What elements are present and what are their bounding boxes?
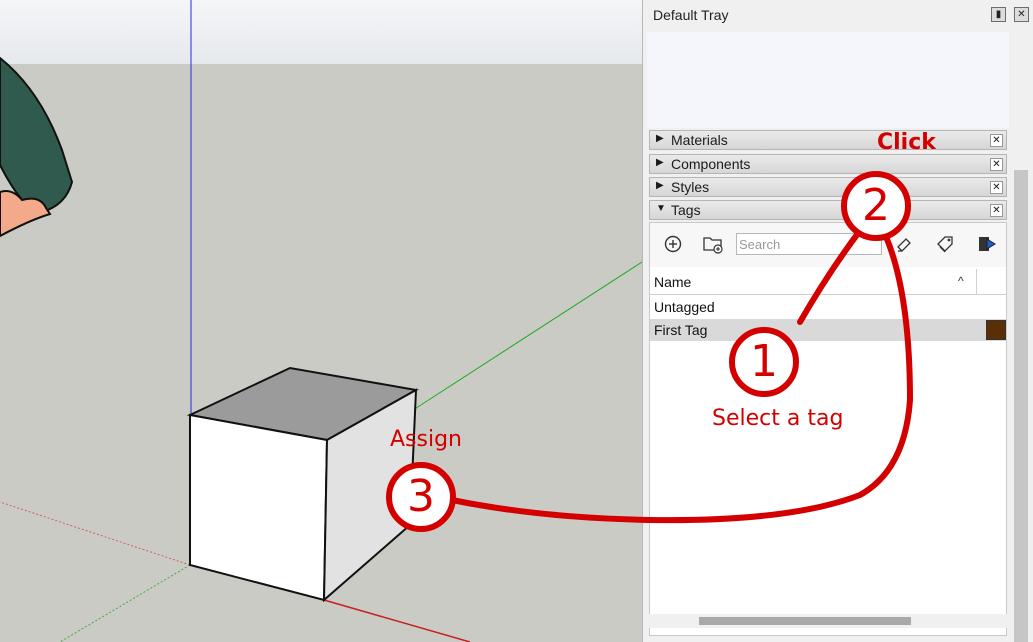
- expand-arrow-icon: ▶: [656, 180, 664, 191]
- tag-row-untagged[interactable]: Untagged: [650, 296, 1006, 318]
- sort-up-icon[interactable]: ^: [958, 274, 964, 288]
- panel-materials[interactable]: ▶ Materials ✕: [649, 130, 1007, 150]
- figure-sleeve: [0, 56, 74, 214]
- red-axis-negative: [0, 501, 191, 566]
- tray-empty-area: [647, 32, 1009, 128]
- assign-label: Assign: [390, 427, 462, 452]
- step-3-badge: 3: [386, 462, 456, 532]
- model-viewport[interactable]: [0, 0, 642, 642]
- close-panel-icon[interactable]: ✕: [990, 158, 1003, 171]
- color-by-tag-icon[interactable]: [894, 233, 916, 255]
- expand-arrow-icon: ▶: [656, 157, 664, 168]
- close-panel-icon[interactable]: ✕: [990, 204, 1003, 217]
- panel-components[interactable]: ▶ Components ✕: [649, 154, 1007, 174]
- default-tray: Default Tray ▮ ✕ ▶ Materials ✕ ▶ Compone…: [642, 0, 1033, 642]
- tags-column-header[interactable]: Name ^: [650, 269, 1006, 295]
- collapse-arrow-icon: ▼: [656, 203, 666, 214]
- panel-styles[interactable]: ▶ Styles ✕: [649, 177, 1007, 197]
- select-a-tag-label: Select a tag: [712, 406, 844, 431]
- close-icon[interactable]: ✕: [1014, 7, 1029, 22]
- tags-toolbar: Search: [650, 223, 1006, 267]
- scene-canvas: [0, 0, 642, 642]
- tag-row-first-tag[interactable]: First Tag: [650, 319, 1006, 341]
- expand-arrow-icon: ▶: [656, 133, 664, 144]
- close-panel-icon[interactable]: ✕: [990, 134, 1003, 147]
- add-folder-icon[interactable]: [702, 233, 724, 255]
- close-panel-icon[interactable]: ✕: [990, 181, 1003, 194]
- column-divider: [976, 269, 977, 295]
- tag-color-swatch[interactable]: [986, 320, 1006, 340]
- cube-front-face: [189, 413, 329, 602]
- scroll-thumb[interactable]: [699, 617, 911, 625]
- green-axis: [409, 261, 642, 413]
- panel-tags[interactable]: ▼ Tags ✕: [649, 200, 1007, 220]
- name-column-label: Name: [654, 274, 692, 290]
- horizontal-scrollbar[interactable]: [649, 614, 1007, 628]
- tray-title: Default Tray: [653, 7, 729, 23]
- step-2-badge: 2: [841, 171, 911, 241]
- red-axis: [323, 599, 471, 642]
- click-label: Click: [877, 130, 936, 155]
- details-arrow-icon[interactable]: [976, 233, 998, 255]
- step-1-badge: 1: [729, 327, 799, 397]
- vertical-scrollbar[interactable]: [1014, 170, 1028, 642]
- green-axis-negative: [59, 564, 191, 642]
- tag-tools-icon[interactable]: [934, 233, 956, 255]
- add-tag-icon[interactable]: [662, 233, 684, 255]
- pin-icon[interactable]: ▮: [991, 7, 1006, 22]
